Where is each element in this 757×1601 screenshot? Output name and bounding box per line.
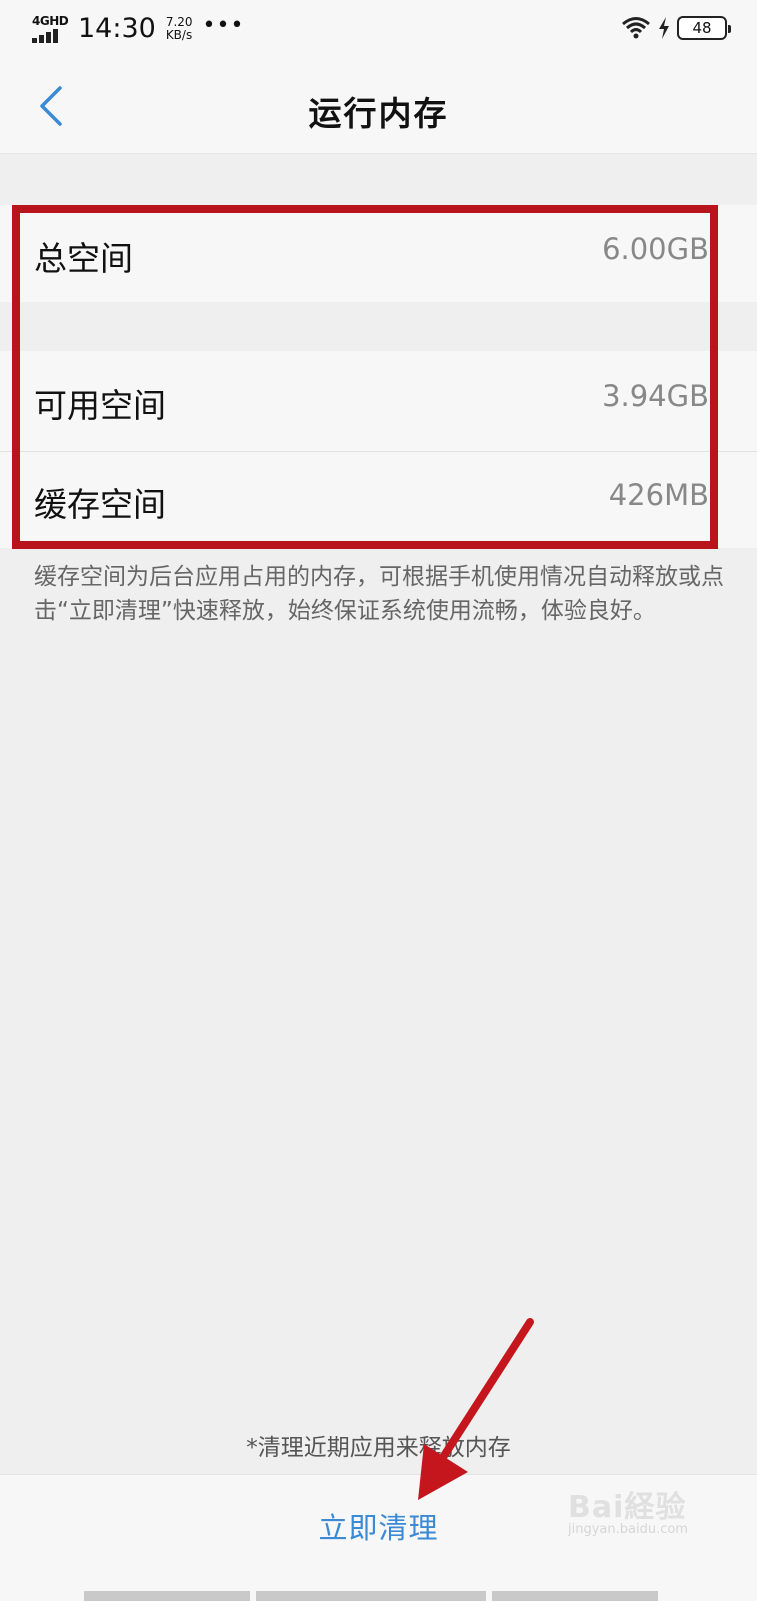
network-speed: 7.20 KB/s — [166, 16, 193, 42]
status-right: 48 — [621, 16, 731, 40]
charging-icon — [659, 17, 669, 39]
status-bar: 4GHD 14:30 7.20 KB/s ••• 48 — [0, 0, 757, 60]
wifi-icon — [622, 17, 650, 39]
clean-hint: *清理近期应用来释放内存 — [246, 1435, 511, 1461]
network-type: 4GHD — [32, 14, 69, 28]
speed-unit: KB/s — [165, 28, 193, 42]
battery-icon: 48 — [677, 16, 731, 40]
status-time: 14:30 — [78, 13, 156, 44]
highlight-box — [12, 205, 718, 549]
more-notifications-icon: ••• — [202, 13, 245, 38]
watermark-sub: jingyan.baidu.com — [568, 1522, 688, 1537]
title-bar: 运行内存 — [0, 60, 757, 154]
page-title: 运行内存 — [308, 94, 449, 133]
battery-level: 48 — [692, 19, 712, 37]
signal-indicator: 4GHD — [32, 14, 69, 43]
status-left: 4GHD 14:30 7.20 KB/s ••• — [32, 12, 244, 46]
watermark-text: Bai経验 — [568, 1490, 687, 1525]
baidu-watermark: Bai経验 jingyan.baidu.com — [568, 1482, 748, 1542]
signal-bars-icon — [32, 29, 58, 43]
cache-description: 缓存空间为后台应用占用的内存，可根据手机使用情况自动释放或点击“立即清理”快速释… — [34, 564, 724, 624]
